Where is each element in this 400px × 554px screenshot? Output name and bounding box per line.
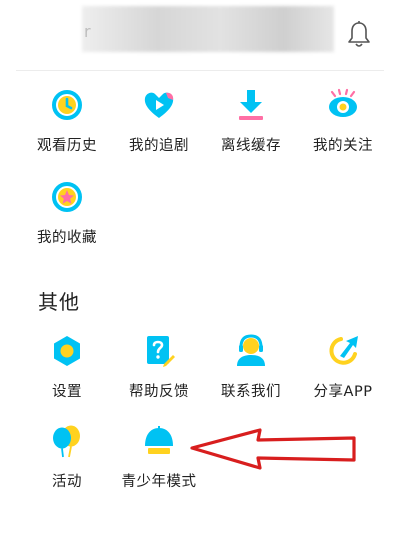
- redacted-text-fragment: r: [84, 22, 91, 41]
- user-name-redacted: [82, 6, 334, 52]
- grid-item-activities[interactable]: 活动: [22, 424, 112, 504]
- grid-item-label: 分享APP: [313, 384, 373, 400]
- header-divider: [16, 70, 384, 71]
- share-arrow-icon: [329, 336, 358, 365]
- bell-icon[interactable]: [346, 20, 372, 50]
- download-icon: [239, 90, 263, 120]
- grid-item-label: 我的追剧: [129, 138, 189, 154]
- section-title-other: 其他: [38, 290, 80, 314]
- grid-item-label: 我的收藏: [37, 230, 97, 246]
- grid-item-label: 活动: [52, 474, 82, 490]
- grid-item-label: 青少年模式: [121, 474, 197, 490]
- heart-play-icon: [144, 92, 174, 118]
- grid-item-my-following[interactable]: 我的关注: [298, 88, 388, 168]
- umbrella-icon: [145, 426, 173, 454]
- star-icon: [52, 182, 82, 212]
- grid-item-contact-us[interactable]: 联系我们: [206, 334, 296, 414]
- help-question-icon: [147, 336, 175, 367]
- grid-item-following-shows[interactable]: 我的追剧: [114, 88, 204, 168]
- contact-headset-icon: [237, 334, 265, 366]
- grid-item-history[interactable]: 观看历史: [22, 88, 112, 168]
- grid-item-offline-cache[interactable]: 离线缓存: [206, 88, 296, 168]
- eye-icon: [329, 88, 357, 117]
- grid-item-label: 离线缓存: [221, 138, 281, 154]
- top-bar: r: [0, 0, 400, 72]
- balloons-icon: [53, 425, 80, 458]
- annotation-arrow-icon: [190, 428, 356, 470]
- grid-item-help-feedback[interactable]: 帮助反馈: [114, 334, 204, 414]
- settings-hexagon-icon: [54, 336, 80, 366]
- grid-item-favorites[interactable]: 我的收藏: [22, 180, 112, 260]
- grid-item-label: 设置: [52, 384, 82, 400]
- grid-item-label: 我的关注: [313, 138, 373, 154]
- grid-item-settings[interactable]: 设置: [22, 334, 112, 414]
- grid-item-label: 帮助反馈: [129, 384, 189, 400]
- clock-icon: [52, 90, 82, 120]
- grid-item-share-app[interactable]: 分享APP: [298, 334, 388, 414]
- grid-item-label: 观看历史: [37, 138, 97, 154]
- grid-item-label: 联系我们: [221, 384, 281, 400]
